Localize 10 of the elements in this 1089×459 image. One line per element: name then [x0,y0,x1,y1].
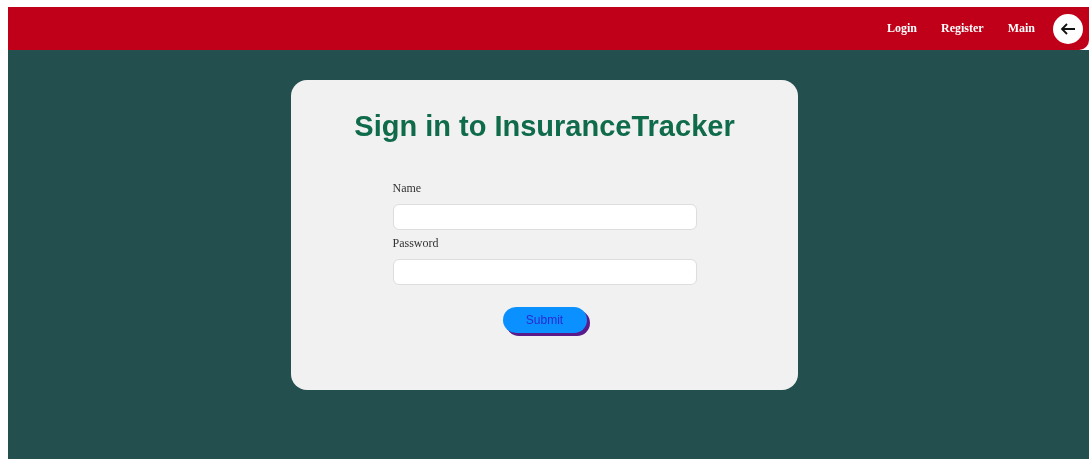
arrow-left-icon [1060,21,1076,36]
input-field[interactable] [392,204,697,230]
back-button[interactable] [1053,13,1083,44]
field-label: Name [392,181,423,196]
input-field[interactable] [392,259,697,285]
nav-link[interactable]: Main [1007,21,1035,36]
form-title: Sign in to InsuranceTracker [354,110,735,143]
nav-link[interactable]: Login [887,21,917,36]
nav-link[interactable]: Register [941,21,984,36]
field-label: Password [392,236,440,251]
